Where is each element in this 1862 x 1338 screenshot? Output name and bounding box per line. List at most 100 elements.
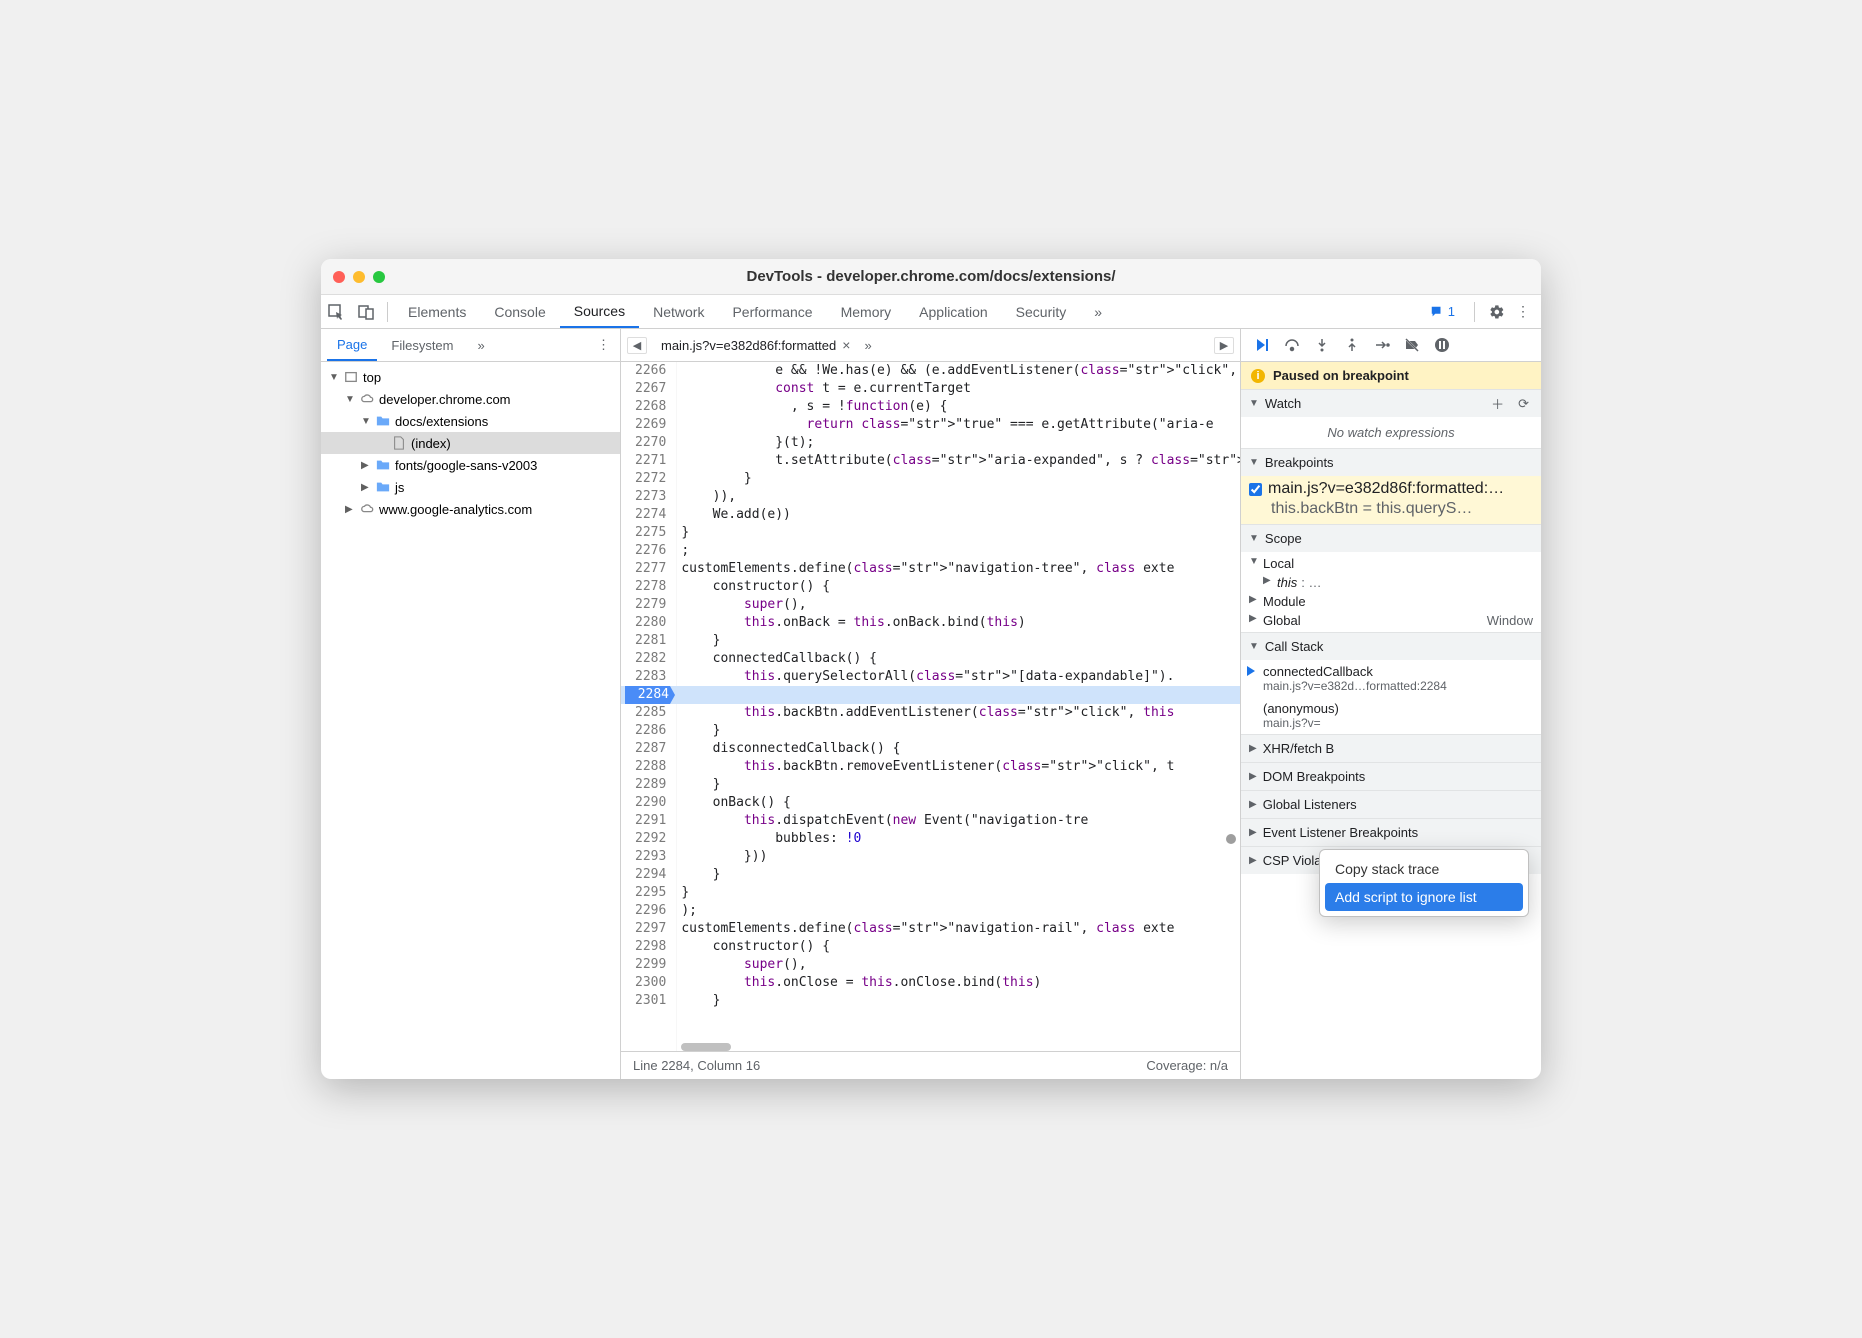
step-over-icon[interactable]: [1281, 334, 1303, 356]
chevron-right-icon: ▶: [361, 482, 371, 493]
tree-folder[interactable]: ▶ js: [321, 476, 620, 498]
tree-domain[interactable]: ▼ developer.chrome.com: [321, 388, 620, 410]
tab-console[interactable]: Console: [480, 295, 559, 328]
deactivate-breakpoints-icon[interactable]: [1401, 334, 1423, 356]
cloud-icon: [359, 501, 375, 517]
chevron-down-icon: ▼: [1249, 398, 1259, 409]
file-tab[interactable]: main.js?v=e382d86f:formatted ×: [653, 329, 858, 361]
callstack-body: connectedCallback main.js?v=e382d…format…: [1241, 660, 1541, 734]
paused-banner: i Paused on breakpoint: [1241, 362, 1541, 389]
refresh-icon[interactable]: ⟳: [1514, 396, 1533, 412]
scope-body: ▼ Local ▶ this : … ▶ Module ▶ Global Win…: [1241, 552, 1541, 632]
context-menu: Copy stack trace Add script to ignore li…: [1319, 849, 1529, 917]
frame-icon: [343, 369, 359, 385]
navigator-more-icon[interactable]: ⋮: [593, 337, 614, 353]
scope-global[interactable]: ▶ Global Window: [1241, 611, 1541, 630]
device-toolbar-icon[interactable]: [351, 297, 381, 327]
folder-icon: [375, 457, 391, 473]
scope-module[interactable]: ▶ Module: [1241, 592, 1541, 611]
stack-frame[interactable]: (anonymous) main.js?v=: [1241, 697, 1541, 734]
close-icon[interactable]: ×: [842, 337, 850, 353]
breakpoints-header[interactable]: ▼ Breakpoints: [1241, 448, 1541, 476]
main-tabs: Elements Console Sources Network Perform…: [394, 295, 1423, 328]
scope-this[interactable]: ▶ this : …: [1241, 573, 1541, 592]
breakpoint-checkbox[interactable]: [1249, 483, 1262, 496]
tree-domain[interactable]: ▶ www.google-analytics.com: [321, 498, 620, 520]
tab-performance[interactable]: Performance: [718, 295, 826, 328]
issues-badge[interactable]: 1: [1423, 301, 1462, 322]
chevron-down-icon: ▼: [1249, 533, 1259, 544]
minimize-window-icon[interactable]: [353, 271, 365, 283]
cloud-icon: [359, 391, 375, 407]
paused-message: Paused on breakpoint: [1273, 368, 1409, 383]
chevron-down-icon: ▼: [345, 394, 355, 405]
window-title: DevTools - developer.chrome.com/docs/ext…: [321, 268, 1541, 285]
tree-label: (index): [411, 436, 451, 451]
debugger-toolbar: [1241, 329, 1541, 362]
separator: [1474, 302, 1475, 322]
section-title: Event Listener Breakpoints: [1263, 825, 1418, 840]
issues-count: 1: [1448, 304, 1455, 319]
h-scrollbar-thumb[interactable]: [681, 1043, 731, 1051]
nav-forward-icon[interactable]: ▶: [1214, 337, 1234, 354]
more-icon[interactable]: ⋮: [1513, 302, 1533, 322]
tab-memory[interactable]: Memory: [827, 295, 906, 328]
tab-security[interactable]: Security: [1002, 295, 1081, 328]
breakpoint-item[interactable]: main.js?v=e382d86f:formatted:… this.back…: [1241, 476, 1541, 524]
breakpoint-preview: this.backBtn = this.queryS…: [1249, 500, 1533, 518]
watch-empty: No watch expressions: [1241, 417, 1541, 448]
chevron-right-icon: ▶: [1249, 827, 1257, 838]
line-gutter[interactable]: 2266 2267 2268 2269 2270 2271 2272 2273 …: [621, 362, 677, 1051]
chevron-right-icon: ▶: [1249, 594, 1259, 609]
section-title: Global Listeners: [1263, 797, 1357, 812]
step-icon[interactable]: [1371, 334, 1393, 356]
tree-file-selected[interactable]: (index): [321, 432, 620, 454]
tree-folder[interactable]: ▼ docs/extensions: [321, 410, 620, 432]
code-content[interactable]: e && !We.has(e) && (e.addEventListener(c…: [677, 362, 1240, 1051]
close-window-icon[interactable]: [333, 271, 345, 283]
stack-frame-current[interactable]: connectedCallback main.js?v=e382d…format…: [1241, 660, 1541, 697]
tree-folder[interactable]: ▶ fonts/google-sans-v2003: [321, 454, 620, 476]
settings-icon[interactable]: [1487, 302, 1507, 322]
chevron-right-icon: ▶: [1263, 575, 1273, 590]
navigator-tabs: Page Filesystem » ⋮: [321, 329, 620, 362]
tab-application[interactable]: Application: [905, 295, 1002, 328]
callstack-header[interactable]: ▼ Call Stack: [1241, 632, 1541, 660]
tree-top[interactable]: ▼ top: [321, 366, 620, 388]
scope-local[interactable]: ▼ Local: [1241, 554, 1541, 573]
tree-label: js: [395, 480, 404, 495]
folder-icon: [375, 479, 391, 495]
tree-label: top: [363, 370, 381, 385]
tab-sources[interactable]: Sources: [560, 295, 639, 328]
global-listeners-header[interactable]: ▶ Global Listeners: [1241, 790, 1541, 818]
dom-breakpoints-header[interactable]: ▶ DOM Breakpoints: [1241, 762, 1541, 790]
menu-copy-stack-trace[interactable]: Copy stack trace: [1325, 855, 1523, 883]
debugger-panel: i Paused on breakpoint ▼ Watch ＋ ⟳ No wa…: [1241, 329, 1541, 1079]
file-tab-label: main.js?v=e382d86f:formatted: [661, 338, 836, 353]
subtab-filesystem[interactable]: Filesystem: [381, 329, 463, 361]
main-toolbar: Elements Console Sources Network Perform…: [321, 295, 1541, 329]
breakpoint-marker[interactable]: 2284: [621, 686, 675, 704]
tab-elements[interactable]: Elements: [394, 295, 480, 328]
resume-icon[interactable]: [1251, 334, 1273, 356]
add-watch-icon[interactable]: ＋: [1487, 394, 1508, 413]
chevron-right-icon: ▶: [1249, 855, 1257, 866]
devtools-window: DevTools - developer.chrome.com/docs/ext…: [321, 259, 1541, 1079]
step-into-icon[interactable]: [1311, 334, 1333, 356]
inspect-element-icon[interactable]: [321, 297, 351, 327]
subtab-overflow[interactable]: »: [468, 329, 495, 361]
tab-overflow[interactable]: »: [1080, 295, 1116, 328]
menu-add-ignore-list[interactable]: Add script to ignore list: [1325, 883, 1523, 911]
file-tab-overflow[interactable]: »: [864, 338, 871, 353]
pause-exceptions-icon[interactable]: [1431, 334, 1453, 356]
event-listener-breakpoints-header[interactable]: ▶ Event Listener Breakpoints: [1241, 818, 1541, 846]
step-out-icon[interactable]: [1341, 334, 1363, 356]
nav-back-icon[interactable]: ◀: [627, 337, 647, 354]
watch-header[interactable]: ▼ Watch ＋ ⟳: [1241, 389, 1541, 417]
maximize-window-icon[interactable]: [373, 271, 385, 283]
xhr-breakpoints-header[interactable]: ▶ XHR/fetch B: [1241, 734, 1541, 762]
code-editor[interactable]: 22842266 2267 2268 2269 2270 2271 2272 2…: [621, 362, 1240, 1051]
scope-header[interactable]: ▼ Scope: [1241, 524, 1541, 552]
tab-network[interactable]: Network: [639, 295, 718, 328]
subtab-page[interactable]: Page: [327, 329, 377, 361]
